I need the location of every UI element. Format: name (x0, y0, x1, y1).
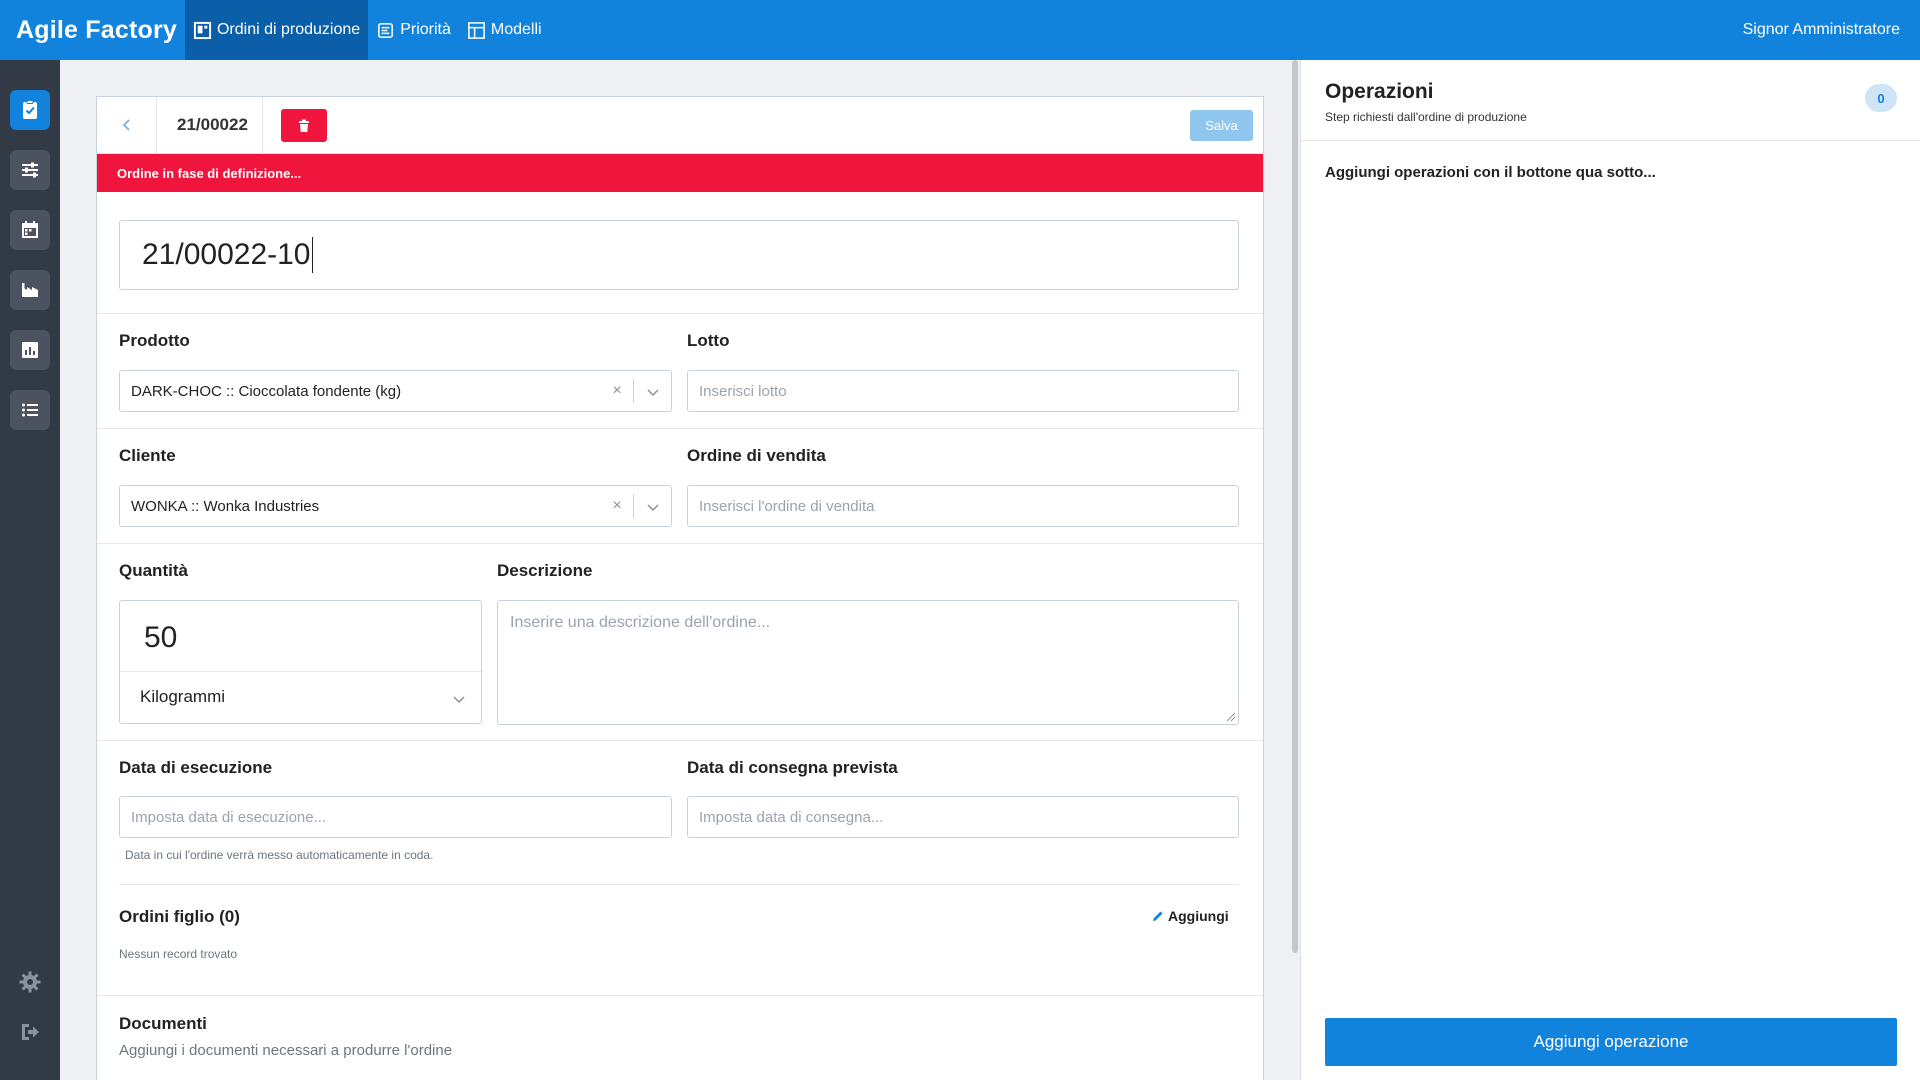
exec-date-hint: Data in cui l'ordine verrà messo automat… (125, 848, 434, 862)
sidebar-item-chart[interactable] (10, 330, 50, 370)
trash-icon (298, 119, 309, 132)
operations-panel: Operazioni Step richiesti dall'ordine di… (1300, 60, 1920, 1080)
text-caret (311, 237, 313, 273)
operations-empty-message: Aggiungi operazioni con il bottone qua s… (1325, 164, 1656, 181)
app-title[interactable]: Agile Factory (0, 0, 185, 60)
pencil-icon (1153, 911, 1163, 921)
quantity-field: 50 Kilogrammi (119, 600, 482, 724)
delivery-date-label: Data di consegna prevista (687, 758, 898, 777)
operations-title: Operazioni (1325, 80, 1434, 103)
customer-value: WONKA :: Wonka Industries (131, 497, 320, 515)
divider (97, 543, 1263, 544)
divider (1301, 140, 1920, 141)
order-name-value: 21/00022-10 (142, 238, 311, 271)
logout-button[interactable] (15, 1017, 45, 1047)
operations-subtitle: Step richiesti dall'ordine di produzione (1325, 110, 1527, 124)
card-header: 21/00022 Salva (97, 97, 1263, 154)
status-banner: Ordine in fase di definizione... (97, 154, 1263, 192)
nav-label: Modelli (490, 21, 542, 38)
nav-models[interactable]: Modelli (459, 0, 550, 60)
divider (120, 671, 481, 672)
exec-date-input[interactable]: Imposta data di esecuzione... (119, 796, 672, 838)
sales-order-input[interactable]: Inserisci l'ordine di vendita (687, 485, 1239, 527)
user-menu[interactable]: Signor Amministratore (1743, 0, 1920, 60)
orders-check-icon (23, 100, 37, 119)
documents-subtitle: Aggiungi i documenti necessari a produrr… (119, 1042, 453, 1059)
divider (97, 995, 1263, 996)
production-orders-icon (193, 21, 212, 39)
sidebar-item-factory[interactable] (10, 270, 50, 310)
add-operation-button[interactable]: Aggiungi operazione (1325, 1018, 1897, 1066)
description-textarea[interactable]: Inserire una descrizione dell'ordine... (497, 600, 1239, 725)
top-bar: Agile Factory Ordini di produzione Prior… (0, 0, 1920, 60)
select-divider (633, 494, 634, 518)
add-child-order-button[interactable]: Aggiungi (1152, 908, 1229, 924)
customer-label: Cliente (119, 446, 176, 465)
list-icon (22, 403, 38, 417)
lot-label: Lotto (687, 331, 730, 350)
exec-date-label: Data di esecuzione (119, 758, 273, 777)
scrollbar[interactable] (1292, 60, 1298, 953)
customer-select[interactable]: WONKA :: Wonka Industries × (119, 485, 672, 527)
sidebar-item-calendar[interactable] (10, 210, 50, 250)
delivery-date-input[interactable]: Imposta data di consegna... (687, 796, 1239, 838)
chart-icon (22, 342, 38, 358)
divider (97, 313, 1263, 314)
unit-select[interactable]: Kilogrammi (140, 687, 225, 707)
lot-input[interactable]: Inserisci lotto (687, 370, 1239, 412)
settings-button[interactable] (15, 967, 45, 997)
nav-label: Ordini di produzione (216, 21, 361, 38)
calendar-icon (22, 221, 38, 238)
divider (97, 428, 1263, 429)
nav-priority[interactable]: Priorità (368, 0, 459, 60)
nav-production-orders[interactable]: Ordini di produzione (184, 0, 369, 60)
models-icon (468, 21, 485, 39)
divider (97, 740, 1263, 741)
operations-count-badge: 0 (1865, 84, 1897, 112)
chevron-down-icon[interactable] (645, 499, 661, 515)
gear-icon (19, 971, 41, 993)
select-divider (633, 379, 634, 403)
add-label: Aggiungi (1168, 908, 1229, 924)
sidebar-item-priority[interactable] (10, 150, 50, 190)
resize-handle-icon[interactable] (1226, 712, 1236, 722)
sidebar-item-orders[interactable] (10, 90, 50, 130)
order-name-input[interactable]: 21/00022-10 (119, 220, 1239, 290)
clear-icon[interactable]: × (609, 382, 625, 399)
priority-icon (378, 22, 394, 38)
chevron-down-icon[interactable] (645, 384, 661, 400)
factory-icon (22, 283, 38, 297)
chevron-down-icon[interactable] (451, 691, 467, 707)
back-button[interactable] (97, 97, 157, 153)
product-select[interactable]: DARK-CHOC :: Cioccolata fondente (kg) × (119, 370, 672, 412)
product-value: DARK-CHOC :: Cioccolata fondente (kg) (131, 382, 402, 400)
child-orders-label: Ordini figlio (0) (119, 907, 240, 926)
documents-label: Documenti (119, 1014, 207, 1033)
quantity-input[interactable]: 50 (144, 621, 177, 655)
divider (119, 884, 1239, 885)
priority-sliders-icon (22, 162, 38, 178)
product-label: Prodotto (119, 331, 190, 350)
save-button[interactable]: Salva (1190, 110, 1253, 141)
nav-label: Priorità (400, 21, 451, 38)
description-placeholder: Inserire una descrizione dell'ordine... (510, 614, 771, 631)
order-code: 21/00022 (157, 97, 263, 153)
description-label: Descrizione (497, 561, 593, 580)
clear-icon[interactable]: × (609, 497, 625, 514)
quantity-label: Quantità (119, 561, 188, 580)
sidebar (0, 60, 60, 1080)
delete-button[interactable] (280, 109, 327, 142)
empty-child-orders: Nessun record trovato (119, 947, 238, 961)
logout-icon (22, 1024, 39, 1040)
sidebar-item-list[interactable] (10, 390, 50, 430)
sales-order-label: Ordine di vendita (687, 446, 826, 465)
chevron-left-icon (122, 119, 130, 131)
order-form-card: 21/00022 Salva Ordine in fase di definiz… (96, 96, 1264, 1080)
